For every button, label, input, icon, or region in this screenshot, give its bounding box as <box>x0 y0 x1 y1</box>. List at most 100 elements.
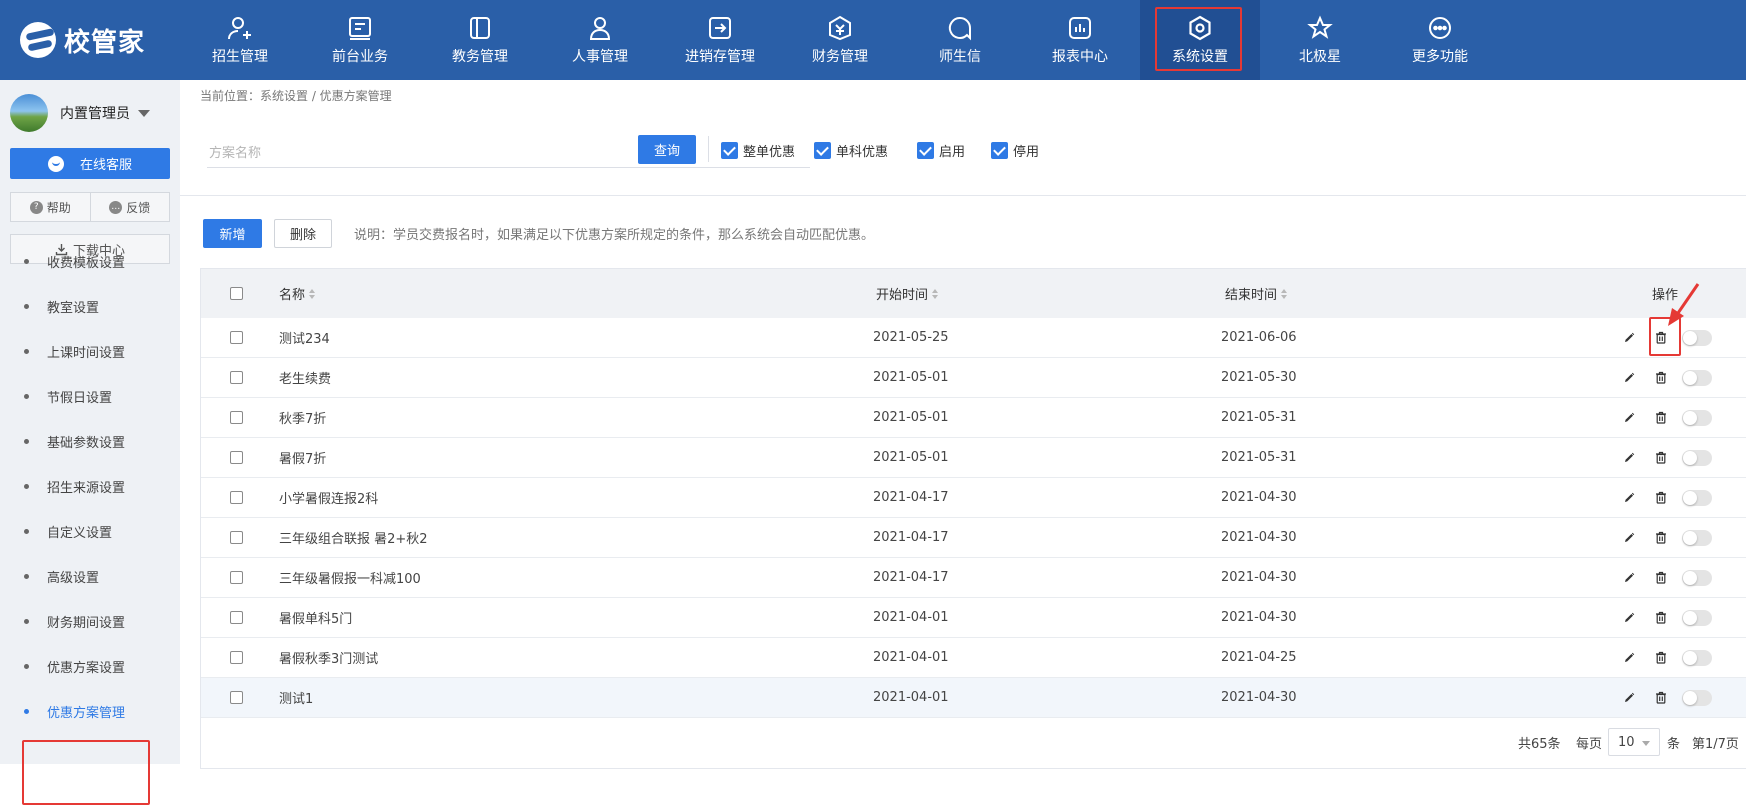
feedback-button[interactable]: … 反馈 <box>89 192 170 222</box>
column-header-end-time[interactable]: 结束时间 <box>1225 269 1288 318</box>
status-toggle[interactable] <box>1682 529 1712 546</box>
sidebar-item-enrollment-source[interactable]: 招生来源设置 <box>24 476 125 496</box>
checkbox-checked-icon <box>991 141 1008 159</box>
edit-icon[interactable] <box>1622 331 1636 345</box>
row-checkbox[interactable] <box>230 398 243 437</box>
user-menu[interactable]: 内置管理员 <box>10 94 150 132</box>
sidebar-item-label: 节假日设置 <box>47 390 113 406</box>
checkbox-enabled[interactable]: 启用 <box>917 141 965 160</box>
divider <box>708 136 709 162</box>
status-toggle[interactable] <box>1682 569 1712 586</box>
sidebar-item-classroom[interactable]: 教室设置 <box>24 296 99 316</box>
table-row[interactable]: 三年级组合联报 暑2+秋2 2021-04-17 2021-04-30 <box>200 518 1746 558</box>
status-toggle[interactable] <box>1682 449 1712 466</box>
row-checkbox[interactable] <box>230 358 243 397</box>
row-checkbox[interactable] <box>230 558 243 597</box>
sidebar-item-custom[interactable]: 自定义设置 <box>24 521 112 541</box>
sidebar: 内置管理员 在线客服 ? 帮助 … 反馈 下载中心 收费模板设置 教室设置 上课… <box>0 80 180 812</box>
brand-logo[interactable]: 校管家 <box>20 18 145 62</box>
filter-bar: 查询 整单优惠 单科优惠 启用 停用 <box>180 108 1746 196</box>
table-row[interactable]: 暑假7折 2021-05-01 2021-05-31 <box>200 438 1746 478</box>
edit-icon[interactable] <box>1622 531 1636 545</box>
status-toggle[interactable] <box>1682 689 1712 706</box>
trash-icon[interactable] <box>1654 451 1668 465</box>
trash-icon[interactable] <box>1654 651 1668 665</box>
row-checkbox[interactable] <box>230 478 243 517</box>
nav-item-polaris[interactable]: 北极星 <box>1260 0 1380 80</box>
bullet-icon <box>24 303 29 309</box>
online-service-button[interactable]: 在线客服 <box>10 148 170 179</box>
edit-icon[interactable] <box>1622 691 1636 705</box>
table-row[interactable]: 暑假秋季3门测试 2021-04-01 2021-04-25 <box>200 638 1746 678</box>
edit-icon[interactable] <box>1622 371 1636 385</box>
status-toggle[interactable] <box>1682 489 1712 506</box>
table-row[interactable]: 暑假单科5门 2021-04-01 2021-04-30 <box>200 598 1746 638</box>
sidebar-item-financial-period[interactable]: 财务期间设置 <box>24 611 125 631</box>
nav-item-more[interactable]: 更多功能 <box>1380 0 1500 80</box>
edit-icon[interactable] <box>1622 411 1636 425</box>
nav-item-enrollment[interactable]: 招生管理 <box>180 0 300 80</box>
trash-icon[interactable] <box>1654 411 1668 425</box>
table-row[interactable]: 测试234 2021-05-25 2021-06-06 <box>200 318 1746 358</box>
select-all-checkbox[interactable] <box>230 269 243 318</box>
column-header-start-time[interactable]: 开始时间 <box>876 269 939 318</box>
trash-icon[interactable] <box>1654 691 1668 705</box>
table-row[interactable]: 秋季7折 2021-05-01 2021-05-31 <box>200 398 1746 438</box>
sidebar-item-holidays[interactable]: 节假日设置 <box>24 386 112 406</box>
checkbox-whole-order-discount[interactable]: 整单优惠 <box>721 141 795 160</box>
trash-icon[interactable] <box>1654 531 1668 545</box>
table-row[interactable]: 三年级暑假报一科减100 2021-04-17 2021-04-30 <box>200 558 1746 598</box>
row-checkbox[interactable] <box>230 438 243 477</box>
row-actions <box>1622 478 1712 517</box>
trash-icon[interactable] <box>1654 611 1668 625</box>
trash-icon[interactable] <box>1654 491 1668 505</box>
row-checkbox[interactable] <box>230 598 243 637</box>
sidebar-item-discount-management[interactable]: 优惠方案管理 <box>24 701 125 721</box>
status-toggle[interactable] <box>1682 369 1712 386</box>
nav-item-messages[interactable]: 师生信 <box>900 0 1020 80</box>
edit-icon[interactable] <box>1622 451 1636 465</box>
edit-icon[interactable] <box>1622 611 1636 625</box>
delete-button[interactable]: 删除 <box>274 219 332 248</box>
row-checkbox[interactable] <box>230 678 243 717</box>
table-row[interactable]: 测试1 2021-04-01 2021-04-30 <box>200 678 1746 718</box>
status-toggle[interactable] <box>1682 609 1712 626</box>
plan-name: 小学暑假连报2科 <box>279 492 379 507</box>
nav-item-system-settings[interactable]: 系统设置 <box>1140 0 1260 80</box>
plan-name-search-input[interactable] <box>207 138 810 168</box>
help-button[interactable]: ? 帮助 <box>10 192 90 222</box>
edit-icon[interactable] <box>1622 491 1636 505</box>
sidebar-active-background <box>0 764 180 812</box>
nav-item-inventory[interactable]: 进销存管理 <box>660 0 780 80</box>
row-checkbox[interactable] <box>230 638 243 677</box>
nav-item-academic[interactable]: 教务管理 <box>420 0 540 80</box>
per-page-select[interactable]: 10 <box>1608 728 1660 756</box>
row-checkbox[interactable] <box>230 518 243 557</box>
edit-icon[interactable] <box>1622 571 1636 585</box>
checkbox-disabled[interactable]: 停用 <box>991 141 1039 160</box>
query-button[interactable]: 查询 <box>638 135 696 164</box>
status-toggle[interactable] <box>1682 409 1712 426</box>
edit-icon[interactable] <box>1622 651 1636 665</box>
checkbox-single-subject-discount[interactable]: 单科优惠 <box>814 141 888 160</box>
column-header-name[interactable]: 名称 <box>279 269 316 318</box>
nav-label: 师生信 <box>939 49 981 65</box>
row-checkbox[interactable] <box>230 318 243 357</box>
trash-icon[interactable] <box>1654 331 1668 345</box>
nav-item-front-desk[interactable]: 前台业务 <box>300 0 420 80</box>
nav-item-finance[interactable]: 财务管理 <box>780 0 900 80</box>
table-row[interactable]: 小学暑假连报2科 2021-04-17 2021-04-30 <box>200 478 1746 518</box>
start-time: 2021-04-01 <box>873 610 949 625</box>
nav-item-hr[interactable]: 人事管理 <box>540 0 660 80</box>
status-toggle[interactable] <box>1682 649 1712 666</box>
add-button[interactable]: 新增 <box>203 219 262 248</box>
sidebar-item-class-time[interactable]: 上课时间设置 <box>24 341 125 361</box>
sidebar-item-advanced[interactable]: 高级设置 <box>24 566 99 586</box>
trash-icon[interactable] <box>1654 571 1668 585</box>
trash-icon[interactable] <box>1654 371 1668 385</box>
sidebar-item-fee-template[interactable]: 收费模板设置 <box>24 251 125 271</box>
sidebar-item-basic-params[interactable]: 基础参数设置 <box>24 431 125 451</box>
nav-item-reports[interactable]: 报表中心 <box>1020 0 1140 80</box>
table-row[interactable]: 老生续费 2021-05-01 2021-05-30 <box>200 358 1746 398</box>
sidebar-item-discount-settings[interactable]: 优惠方案设置 <box>24 656 125 676</box>
